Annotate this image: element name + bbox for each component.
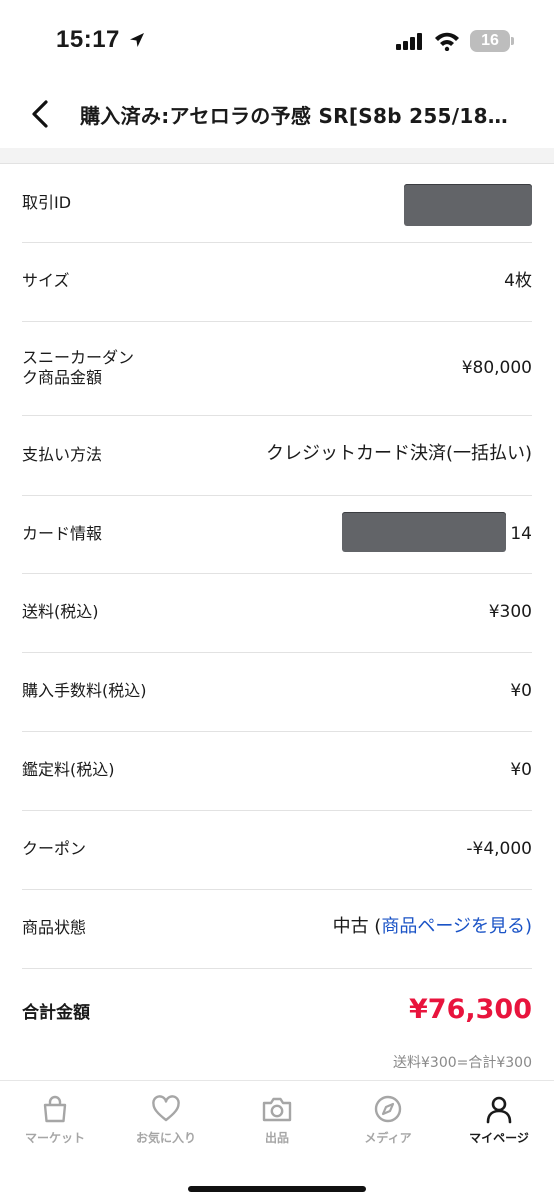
row-value: ¥0	[510, 681, 532, 701]
tab-favorites[interactable]: お気に入り	[111, 1093, 221, 1153]
detail-row-purchase-fee: 購入手数料(税込) ¥0	[22, 653, 532, 732]
row-label: 購入手数料(税込)	[22, 681, 147, 700]
location-arrow-icon	[129, 33, 144, 47]
tab-label: マイページ	[469, 1131, 529, 1145]
fee-footnote: 送料¥300=合計¥300	[393, 1054, 532, 1072]
section-divider	[0, 148, 554, 164]
row-label: サイズ	[22, 271, 70, 290]
detail-row-shipping: 送料(税込) ¥300	[22, 574, 532, 653]
detail-row-coupon: クーポン -¥4,000	[22, 811, 532, 890]
wifi-icon	[435, 32, 459, 51]
total-label: 合計金額	[22, 1003, 90, 1023]
total-amount: ¥76,300	[409, 994, 532, 1025]
tab-media[interactable]: メディア	[333, 1093, 443, 1153]
card-last-digits: 14	[510, 524, 532, 544]
page-title: 購入済み:アセロラの予感 SR[S8b 255/18…	[80, 104, 509, 128]
detail-row-item-price: スニーカーダン ク商品金額 ¥80,000	[22, 322, 532, 416]
back-button[interactable]	[20, 94, 60, 134]
condition-value: 中古 (商品ページを見る)	[333, 916, 532, 938]
row-label: 商品状態	[22, 918, 87, 937]
detail-row-condition: 商品状態 中古 (商品ページを見る)	[22, 890, 532, 969]
detail-row-appraisal-fee: 鑑定料(税込) ¥0	[22, 732, 532, 811]
detail-row-card-info: カード情報 14	[22, 496, 532, 574]
tab-mypage[interactable]: マイページ	[444, 1093, 554, 1153]
row-value: 4枚	[504, 271, 532, 291]
detail-row-transaction-id: 取引ID	[22, 164, 532, 243]
row-value: -¥4,000	[466, 839, 532, 859]
status-time-group: 15:17	[56, 26, 146, 54]
row-label: カード情報	[22, 524, 103, 543]
battery-indicator: 16	[470, 30, 514, 52]
redacted-card-number	[342, 512, 506, 552]
product-page-link[interactable]: 商品ページを見る	[381, 916, 525, 937]
row-label: 鑑定料(税込)	[22, 760, 115, 779]
status-indicators: 16	[396, 30, 514, 52]
bottom-tab-bar: マーケット お気に入り 出品 メディア マイページ	[0, 1080, 554, 1200]
condition-paren-close: )	[524, 916, 532, 937]
person-icon	[483, 1093, 515, 1125]
tab-label: メディア	[364, 1131, 412, 1145]
bag-icon	[39, 1093, 71, 1125]
footnote-line: 送料¥300=合計¥300	[393, 1055, 532, 1071]
redacted-value	[404, 184, 532, 226]
detail-row-payment-method: 支払い方法 クレジットカード決済(一括払い)	[22, 416, 532, 496]
home-indicator	[188, 1186, 366, 1192]
detail-row-total: 合計金額 ¥76,300	[22, 969, 532, 1053]
detail-row-size: サイズ 4枚	[22, 243, 532, 322]
nav-header: 購入済み:アセロラの予感 SR[S8b 255/18…	[0, 80, 554, 148]
compass-icon	[372, 1093, 404, 1125]
chevron-left-icon	[32, 100, 48, 128]
heart-icon	[150, 1093, 182, 1125]
tab-label: 出品	[264, 1131, 289, 1145]
row-label-line2: ク商品金額	[22, 368, 103, 387]
tab-market[interactable]: マーケット	[0, 1093, 110, 1153]
tab-label: お気に入り	[135, 1131, 196, 1145]
row-label: クーポン	[22, 839, 87, 858]
status-time: 15:17	[56, 26, 120, 53]
row-label: 送料(税込)	[22, 602, 99, 621]
camera-icon	[261, 1093, 293, 1125]
row-label-line1: スニーカーダン	[22, 348, 135, 367]
battery-level: 16	[481, 32, 499, 49]
row-value: ¥0	[510, 760, 532, 780]
row-value: ¥80,000	[461, 358, 532, 378]
tab-sell[interactable]: 出品	[222, 1093, 332, 1153]
tab-label: マーケット	[24, 1131, 85, 1145]
row-value: クレジットカード決済(一括払い)	[265, 443, 532, 464]
row-label: 取引ID	[22, 193, 72, 212]
condition-text: 中古 (	[332, 916, 382, 937]
row-value: ¥300	[488, 602, 532, 622]
row-label: 支払い方法	[22, 445, 103, 464]
status-bar: 15:17 16	[0, 0, 554, 80]
cellular-signal-icon	[396, 33, 422, 50]
